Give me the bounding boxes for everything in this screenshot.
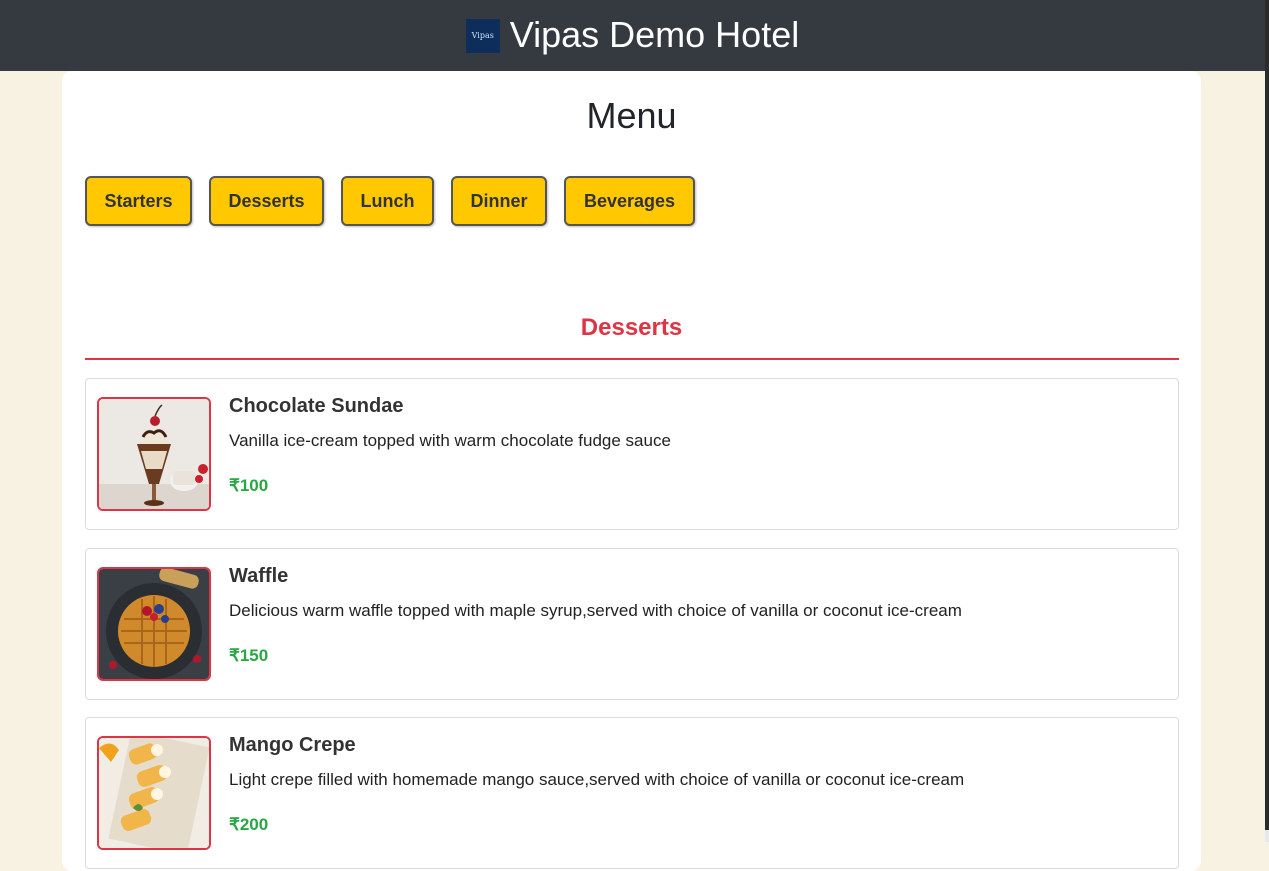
item-name: Mango Crepe — [229, 734, 356, 756]
item-description: Light crepe filled with homemade mango s… — [229, 770, 965, 789]
top-navbar: Vipas Vipas Demo Hotel — [0, 0, 1265, 71]
menu-item[interactable]: Chocolate Sundae Vanilla ice-cream toppe… — [85, 378, 1179, 530]
category-buttons: Starters Desserts Lunch Dinner Beverages — [85, 176, 712, 226]
scrollbar-thumb[interactable] — [1265, 0, 1269, 830]
section-divider — [85, 358, 1179, 360]
item-price: ₹150 — [229, 646, 269, 665]
item-price: ₹100 — [229, 476, 269, 495]
item-name: Waffle — [229, 565, 289, 587]
logo-text: Vipas — [471, 30, 494, 40]
waffle-image — [97, 567, 211, 681]
category-button-starters[interactable]: Starters — [85, 176, 192, 226]
category-button-dinner[interactable]: Dinner — [451, 176, 547, 226]
menu-card: Menu Starters Desserts Lunch Dinner Beve… — [62, 71, 1201, 871]
item-price: ₹200 — [229, 815, 269, 834]
page-title: Menu — [586, 95, 677, 136]
item-description: Vanilla ice-cream topped with warm choco… — [229, 431, 671, 450]
item-name: Chocolate Sundae — [229, 395, 404, 417]
menu-item[interactable]: Waffle Delicious warm waffle topped with… — [85, 548, 1179, 700]
chocolate-sundae-image — [97, 397, 211, 511]
item-description: Delicious warm waffle topped with maple … — [229, 601, 962, 620]
category-button-beverages[interactable]: Beverages — [564, 176, 695, 226]
menu-item[interactable]: Mango Crepe Light crepe filled with home… — [85, 717, 1179, 869]
page-scrollbar[interactable] — [1265, 0, 1269, 842]
section-heading: Desserts — [580, 314, 683, 341]
category-button-lunch[interactable]: Lunch — [341, 176, 434, 226]
category-button-desserts[interactable]: Desserts — [209, 176, 324, 226]
hotel-name[interactable]: Vipas Demo Hotel — [510, 14, 799, 56]
hotel-logo[interactable]: Vipas — [465, 18, 500, 53]
mango-crepe-image — [97, 736, 211, 850]
